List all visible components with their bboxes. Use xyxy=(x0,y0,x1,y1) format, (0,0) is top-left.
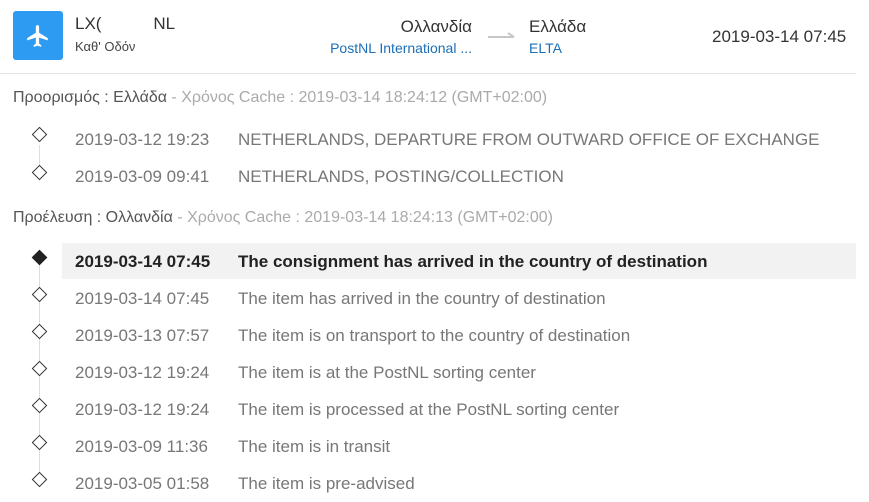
diamond-marker-icon xyxy=(31,126,48,143)
event-row: 2019-03-12 19:23 NETHERLANDS, DEPARTURE … xyxy=(62,121,856,157)
event-description: The item is at the PostNL sorting center xyxy=(238,363,536,382)
event-description: The consignment has arrived in the count… xyxy=(238,252,708,271)
event-description: The item has arrived in the country of d… xyxy=(238,289,606,308)
destination-section-header: Προορισμός : Ελλάδα - Χρόνος Cache : 201… xyxy=(13,89,547,107)
event-date: 2019-03-13 07:57 xyxy=(75,326,210,345)
diamond-marker-icon xyxy=(31,286,48,303)
tracking-number: LX( NL xyxy=(75,14,176,33)
origin-cache-time: - Χρόνος Cache : 2019-03-14 18:24:13 (GM… xyxy=(172,209,553,226)
event-description: The item is on transport to the country … xyxy=(238,326,631,345)
diamond-marker-icon xyxy=(31,164,48,181)
diamond-marker-icon xyxy=(31,360,48,377)
origin-section-label: Προέλευση : Ολλανδία xyxy=(13,209,173,226)
diamond-marker-icon xyxy=(31,397,48,414)
diamond-marker-icon xyxy=(31,323,48,340)
origin-carrier-link[interactable]: PostNL International ... xyxy=(320,40,472,56)
destination-section-label: Προορισμός : Ελλάδα xyxy=(13,89,167,106)
event-description: NETHERLANDS, POSTING/COLLECTION xyxy=(238,167,564,186)
event-date: 2019-03-12 19:24 xyxy=(75,363,210,382)
diamond-marker-icon xyxy=(31,434,48,451)
event-date: 2019-03-12 19:24 xyxy=(75,400,210,419)
destination-country: Ελλάδα xyxy=(529,17,587,36)
event-description: The item is in transit xyxy=(238,437,391,456)
shipment-header: LX( NL Καθ' Οδόν Ολλανδία PostNL Interna… xyxy=(0,0,856,74)
event-date: 2019-03-14 07:45 xyxy=(75,289,210,308)
event-date: 2019-03-14 07:45 xyxy=(75,252,211,271)
airplane-icon xyxy=(13,11,63,60)
event-row-latest: 2019-03-14 07:45 The consignment has arr… xyxy=(62,243,856,279)
arrow-right-icon xyxy=(488,32,515,38)
event-date: 2019-03-09 09:41 xyxy=(75,167,210,186)
event-row: 2019-03-12 19:24 The item is processed a… xyxy=(62,391,856,427)
origin-country: Ολλανδία xyxy=(400,17,472,36)
origin-section-header: Προέλευση : Ολλανδία - Χρόνος Cache : 20… xyxy=(13,209,553,227)
event-date: 2019-03-12 19:23 xyxy=(75,130,210,149)
event-row: 2019-03-09 09:41 NETHERLANDS, POSTING/CO… xyxy=(62,158,856,194)
destination-cache-time: - Χρόνος Cache : 2019-03-14 18:24:12 (GM… xyxy=(166,89,548,106)
shipment-status: Καθ' Οδόν xyxy=(75,39,136,54)
destination-carrier-link[interactable]: ELTA xyxy=(529,40,562,56)
event-description: The item is processed at the PostNL sort… xyxy=(238,400,620,419)
event-date: 2019-03-05 01:58 xyxy=(75,474,210,493)
event-row: 2019-03-14 07:45 The item has arrived in… xyxy=(62,280,856,316)
event-description: NETHERLANDS, DEPARTURE FROM OUTWARD OFFI… xyxy=(238,130,820,149)
diamond-filled-icon xyxy=(31,249,48,266)
event-row: 2019-03-09 11:36 The item is in transit xyxy=(62,428,856,464)
event-row: 2019-03-12 19:24 The item is at the Post… xyxy=(62,354,856,390)
diamond-marker-icon xyxy=(31,471,48,488)
event-description: The item is pre-advised xyxy=(238,474,415,493)
event-row: 2019-03-05 01:58 The item is pre-advised xyxy=(62,465,856,501)
event-row: 2019-03-13 07:57 The item is on transpor… xyxy=(62,317,856,353)
event-date: 2019-03-09 11:36 xyxy=(75,437,208,456)
last-update-time: 2019-03-14 07:45 xyxy=(712,27,847,46)
